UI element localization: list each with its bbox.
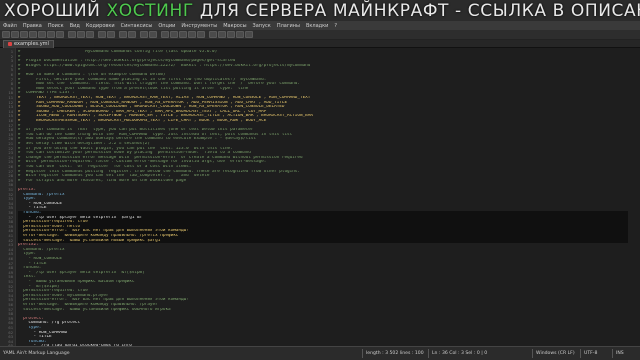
menu-item[interactable]: Вид (70, 23, 80, 29)
macro-stop-icon[interactable] (218, 31, 226, 38)
save-icon[interactable] (20, 31, 28, 38)
status-insert-mode: INS (616, 351, 624, 356)
close-all-icon[interactable] (47, 31, 55, 38)
banner-text: ХОРОШИЙ ХОСТИНГ ДЛЯ СЕРВЕРА МАЙНКРАФТ - … (4, 1, 640, 21)
paste-icon[interactable] (86, 31, 94, 38)
menu-item[interactable]: Инструменты (181, 23, 217, 29)
indent-guide-icon[interactable] (197, 31, 205, 38)
toolbar-separator (65, 31, 67, 38)
status-eol: Windows (CR LF) (536, 351, 575, 356)
menu-item[interactable]: Файл (3, 23, 17, 29)
menu-item[interactable]: Запуск (253, 23, 271, 29)
notepad-window: ХОРОШИЙ ХОСТИНГ ДЛЯ СЕРВЕРА МАЙНКРАФТ - … (0, 0, 640, 360)
menu-item[interactable]: Синтаксисы (121, 23, 153, 29)
print-icon[interactable] (56, 31, 64, 38)
toolbar-separator (158, 31, 160, 38)
banner-overlay: ХОРОШИЙ ХОСТИНГ ДЛЯ СЕРВЕРА МАЙНКРАФТ - … (0, 0, 640, 21)
find-icon[interactable] (119, 31, 127, 38)
status-encoding: UTF-8 (584, 351, 598, 356)
toolbar-separator (95, 31, 97, 38)
new-file-icon[interactable] (2, 31, 10, 38)
tab-bar: examples.yml (0, 40, 640, 48)
macro-record-icon[interactable] (209, 31, 217, 38)
menu-item[interactable]: Правка (23, 23, 42, 29)
redo-icon[interactable] (107, 31, 115, 38)
replace-icon[interactable] (128, 31, 136, 38)
zoom-out-icon[interactable] (149, 31, 157, 38)
open-file-icon[interactable] (11, 31, 19, 38)
status-divider (532, 349, 533, 358)
macro-save-icon[interactable] (245, 31, 253, 38)
undo-icon[interactable] (98, 31, 106, 38)
banner-part2: ДЛЯ СЕРВЕРА МАЙНКРАФТ - ССЫЛКА В ОПИСАНИ… (193, 1, 640, 21)
show-all-chars-icon[interactable] (188, 31, 196, 38)
editor-area[interactable]: 1 2 3 4 5 6 7 8 9 10 11 12 13 14 15 16 17 18 19 20 21 22 23 24 2… (0, 48, 640, 346)
toolbar (0, 30, 640, 40)
status-divider (362, 349, 363, 358)
status-length: length : 3 502 lines : 100 (366, 351, 424, 356)
sync-vertical-icon[interactable] (161, 31, 169, 38)
status-divider (580, 349, 581, 358)
menu-item[interactable]: Поиск (48, 23, 64, 29)
toolbar-separator (137, 31, 139, 38)
tab-examples-yml[interactable]: examples.yml (3, 40, 54, 48)
line-number-gutter: 1 2 3 4 5 6 7 8 9 10 11 12 13 14 15 16 17 18 19 20 21 22 23 24 2… (0, 48, 16, 346)
menu-item[interactable]: Кодировки (86, 23, 115, 29)
save-all-icon[interactable] (29, 31, 37, 38)
tab-label: examples.yml (14, 41, 49, 47)
word-wrap-icon[interactable] (179, 31, 187, 38)
code-area[interactable]: # MyCommand Commands config file (last u… (18, 48, 638, 346)
menu-item[interactable]: Макросы (223, 23, 246, 29)
menu-item[interactable]: ? (334, 23, 337, 29)
zoom-in-icon[interactable] (140, 31, 148, 38)
status-bar: YAML Ain't Markup Language length : 3 50… (0, 346, 640, 360)
close-icon[interactable] (38, 31, 46, 38)
macro-play-icon[interactable] (227, 31, 235, 38)
status-language: YAML Ain't Markup Language (3, 351, 70, 356)
status-divider (428, 349, 429, 358)
toolbar-separator (116, 31, 118, 38)
toolbar-separator (206, 31, 208, 38)
file-modified-icon (8, 41, 12, 46)
menu-item[interactable]: Вкладки (306, 23, 328, 29)
macro-run-multiple-icon[interactable] (236, 31, 244, 38)
banner-part1: ХОРОШИЙ (4, 1, 107, 21)
menu-item[interactable]: Плагины (277, 23, 300, 29)
cut-icon[interactable] (68, 31, 76, 38)
banner-highlight: ХОСТИНГ (106, 1, 194, 21)
menu-bar: Файл Правка Поиск Вид Кодировки Синтаксисы Опц… (0, 21, 640, 30)
menu-item[interactable]: Опции (158, 23, 175, 29)
sync-horizontal-icon[interactable] (170, 31, 178, 38)
status-position: Ln : 36 Col : 3 Sel : 0 | 0 (432, 351, 488, 356)
status-divider (612, 349, 613, 358)
copy-icon[interactable] (77, 31, 85, 38)
